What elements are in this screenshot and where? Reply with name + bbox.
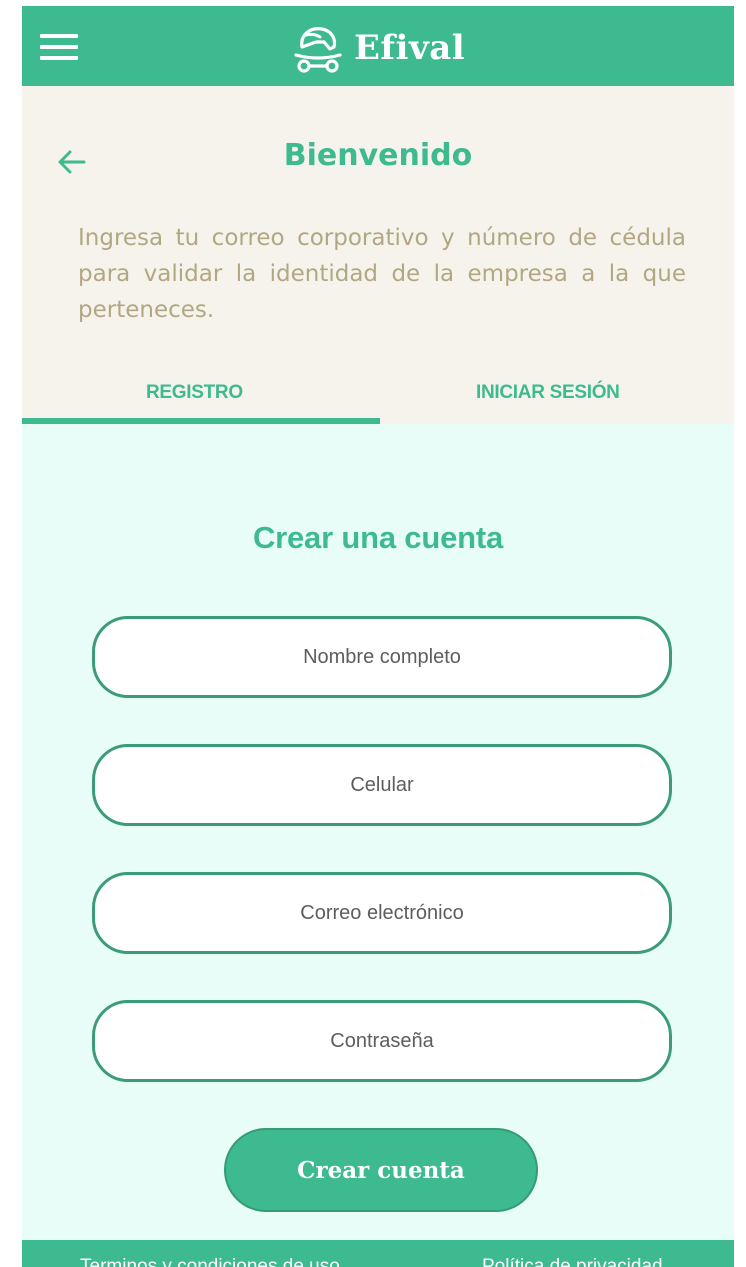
create-account-button[interactable]: Crear cuenta bbox=[224, 1128, 538, 1212]
helmet-scooter-icon bbox=[294, 27, 342, 73]
full-name-input[interactable] bbox=[92, 616, 672, 698]
terms-link[interactable]: Terminos y condiciones de uso bbox=[80, 1256, 340, 1267]
password-input[interactable] bbox=[92, 1000, 672, 1082]
intro-text: Ingresa tu correo corporativo y número d… bbox=[78, 225, 686, 323]
app-screen: Efival Bienvenido Ingresa tu correo corp… bbox=[22, 6, 734, 1267]
brand: Efival bbox=[294, 20, 465, 76]
phone-input[interactable] bbox=[92, 744, 672, 826]
register-form: Crear una cuenta Crear cuenta bbox=[22, 424, 734, 1240]
tab-registro-label: REGISTRO bbox=[146, 382, 243, 403]
hamburger-menu-icon bbox=[40, 34, 78, 38]
brand-name: Efival bbox=[354, 28, 466, 68]
tab-iniciar-sesion[interactable]: INICIAR SESIÓN bbox=[378, 370, 734, 424]
welcome-title: Bienvenido bbox=[283, 138, 473, 173]
viewport: Efival Bienvenido Ingresa tu correo corp… bbox=[0, 0, 746, 1267]
form-title: Crear una cuenta bbox=[252, 520, 504, 555]
hamburger-menu-icon-middle bbox=[40, 45, 78, 49]
email-input[interactable] bbox=[92, 872, 672, 954]
footer: Terminos y condiciones de uso Política d… bbox=[22, 1240, 734, 1267]
auth-tabs: REGISTRO INICIAR SESIÓN bbox=[22, 370, 734, 424]
top-bar: Efival bbox=[22, 6, 734, 86]
tab-iniciar-sesion-label: INICIAR SESIÓN bbox=[476, 382, 620, 403]
tab-registro[interactable]: REGISTRO bbox=[22, 370, 378, 424]
welcome-header: Bienvenido Ingresa tu correo corporativo… bbox=[22, 86, 734, 424]
menu-button[interactable] bbox=[40, 30, 84, 64]
privacy-link[interactable]: Política de privacidad bbox=[482, 1256, 663, 1267]
hamburger-menu-icon-bottom bbox=[40, 56, 78, 60]
